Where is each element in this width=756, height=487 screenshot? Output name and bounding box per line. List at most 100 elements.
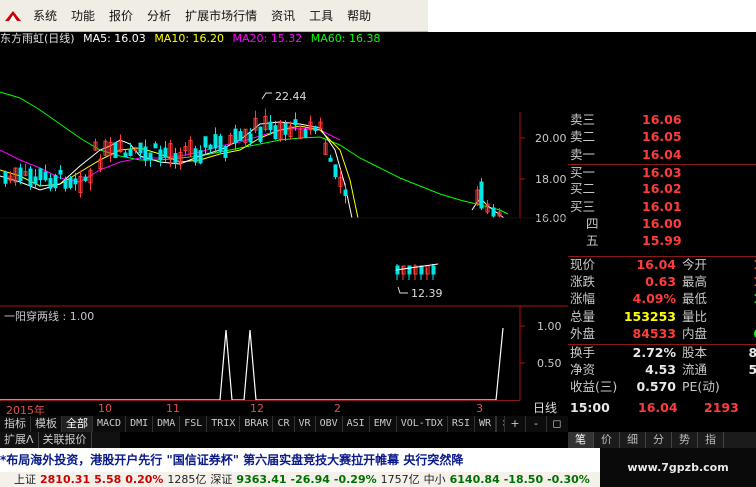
side-tab-3[interactable]: 分 bbox=[646, 432, 672, 448]
stat-label-2: 今开 bbox=[682, 257, 708, 272]
menu-item-3[interactable]: 分析 bbox=[140, 5, 178, 27]
candle-body bbox=[73, 178, 78, 185]
order-book-label: 五 bbox=[586, 233, 599, 249]
stat-label: 总量 bbox=[570, 308, 596, 324]
candle-body bbox=[213, 134, 218, 149]
order-book-label: 卖二 bbox=[570, 129, 596, 145]
indicator-tab-brar[interactable]: BRAR bbox=[240, 416, 274, 432]
indicator-tab-dma[interactable]: DMA bbox=[153, 416, 181, 432]
price-axis: 20.0018.0016.00 bbox=[520, 132, 567, 225]
indicator-tab-asi[interactable]: ASI bbox=[343, 416, 370, 432]
stat-value: 2.72% bbox=[632, 345, 676, 360]
menu-item-7[interactable]: 帮助 bbox=[340, 5, 378, 27]
indicator-tab-全部[interactable]: 全部 bbox=[62, 416, 93, 432]
stat-label-2: 内盘 bbox=[682, 326, 708, 342]
index-item: 1285亿 bbox=[167, 473, 207, 486]
stat-row: 总量 153253 量比 bbox=[568, 309, 756, 325]
stat-label-2: 最低 bbox=[682, 291, 708, 307]
tick-price: 16.04 bbox=[638, 400, 678, 415]
candle-body bbox=[268, 121, 273, 131]
candle-body bbox=[153, 143, 158, 149]
indicator-tick-label: 1.00 bbox=[537, 320, 562, 333]
stat-label: 收益(三) bbox=[570, 379, 618, 395]
kline-chart[interactable]: 20.0018.0016.00 一阳穿两线 : 1.00 1.000.50 22… bbox=[0, 46, 568, 400]
indicator-tab-rsi[interactable]: RSI bbox=[448, 416, 475, 432]
order-book-label: 卖一 bbox=[570, 146, 596, 162]
menu-item-4[interactable]: 扩展市场行情 bbox=[178, 5, 264, 27]
order-book-row[interactable]: 五 15.99 bbox=[568, 233, 756, 249]
price-tick-label: 18.00 bbox=[535, 173, 567, 186]
chart-gap bbox=[0, 218, 520, 260]
stat-row: 收益(三) 0.570 PE(动) bbox=[568, 379, 756, 395]
layout-button[interactable]: ◻ bbox=[546, 416, 567, 432]
sub-tab-0[interactable]: 扩展Λ bbox=[0, 432, 39, 448]
indicator-tab-vr[interactable]: VR bbox=[295, 416, 316, 432]
menu-item-5[interactable]: 资讯 bbox=[264, 5, 302, 27]
indicator-tab-trix[interactable]: TRIX bbox=[207, 416, 241, 432]
order-book-row[interactable]: 卖一 16.04 bbox=[568, 147, 756, 163]
menu-item-6[interactable]: 工具 bbox=[302, 5, 340, 27]
index-item: -18.50 bbox=[503, 473, 544, 486]
candle-body bbox=[58, 169, 63, 175]
indicator-tab-指标[interactable]: 指标 bbox=[0, 416, 31, 432]
ma20-label: MA20: 15.32 bbox=[232, 32, 303, 45]
stat-label: 涨幅 bbox=[570, 291, 596, 307]
indicator-tick-label: 0.50 bbox=[537, 357, 562, 370]
order-book-row[interactable]: 买三 16.01 bbox=[568, 199, 756, 215]
stat-label-2: 最高 bbox=[682, 273, 708, 289]
indicator-tab-dmi[interactable]: DMI bbox=[126, 416, 154, 432]
indicator-tab-obv[interactable]: OBV bbox=[316, 416, 343, 432]
indicator-tab-模板[interactable]: 模板 bbox=[31, 416, 62, 432]
candle-body bbox=[148, 152, 153, 161]
menu-item-1[interactable]: 功能 bbox=[64, 5, 102, 27]
sub-tab-1[interactable]: 关联报价 bbox=[39, 432, 92, 448]
candle-body bbox=[203, 136, 208, 148]
candle-body bbox=[3, 171, 8, 184]
indicator-tab-cr[interactable]: CR bbox=[273, 416, 295, 432]
stat-label: 外盘 bbox=[570, 326, 596, 342]
side-tab-2[interactable]: 细 bbox=[620, 432, 646, 448]
order-book-row[interactable]: 买一 16.03 bbox=[568, 163, 756, 180]
side-tab-4[interactable]: 势 bbox=[672, 432, 698, 448]
index-item: -0.30% bbox=[547, 473, 590, 486]
app-logo-icon[interactable] bbox=[0, 2, 26, 30]
candle-body bbox=[198, 150, 203, 164]
candle-body bbox=[313, 126, 318, 131]
zoom-in-button[interactable]: + bbox=[504, 416, 525, 432]
watermark: www.7gpzb.com bbox=[600, 448, 756, 487]
order-book-row[interactable]: 卖三 16.06 bbox=[568, 112, 756, 128]
index-item: 中小 bbox=[423, 473, 446, 486]
date-label: 2 bbox=[334, 402, 341, 415]
order-book-label: 买一 bbox=[570, 164, 596, 180]
order-book-row[interactable]: 买二 16.02 bbox=[568, 181, 756, 197]
period-label[interactable]: 日线 bbox=[522, 400, 568, 416]
high-label: 22.44 bbox=[275, 90, 307, 103]
indicator-tab-macd[interactable]: MACD bbox=[93, 416, 127, 432]
candle-body bbox=[193, 148, 198, 163]
candle-body bbox=[83, 176, 88, 181]
side-tab-0[interactable]: 笔 bbox=[568, 432, 594, 448]
indicator-tab-wr[interactable]: WR bbox=[475, 416, 497, 432]
indicator-tab-vol-tdx[interactable]: VOL-TDX bbox=[397, 416, 448, 432]
candle-body bbox=[223, 146, 228, 158]
menu-item-2[interactable]: 报价 bbox=[102, 5, 140, 27]
stock-title[interactable]: 东方雨虹(日线) bbox=[0, 32, 75, 45]
price-tick-label: 20.00 bbox=[535, 132, 567, 145]
stat-value: 153253 bbox=[623, 308, 676, 324]
order-book-price: 16.02 bbox=[642, 181, 682, 197]
candle-body bbox=[68, 177, 73, 188]
side-tab-5[interactable]: 指 bbox=[698, 432, 724, 448]
order-book-price: 16.04 bbox=[642, 146, 682, 162]
indicator-tab-emv[interactable]: EMV bbox=[370, 416, 397, 432]
candle-body bbox=[63, 180, 68, 189]
side-tab-1[interactable]: 价 bbox=[594, 432, 620, 448]
indicator-tab-fsl[interactable]: FSL bbox=[180, 416, 208, 432]
order-book-row[interactable]: 四 16.00 bbox=[568, 216, 756, 232]
candle-body bbox=[38, 168, 43, 181]
menu-item-0[interactable]: 系统 bbox=[26, 5, 64, 27]
candle-body bbox=[163, 147, 168, 158]
order-book-row[interactable]: 卖二 16.05 bbox=[568, 129, 756, 145]
zoom-out-button[interactable]: - bbox=[525, 416, 546, 432]
candle-body bbox=[328, 157, 333, 162]
candle-body bbox=[18, 167, 23, 181]
